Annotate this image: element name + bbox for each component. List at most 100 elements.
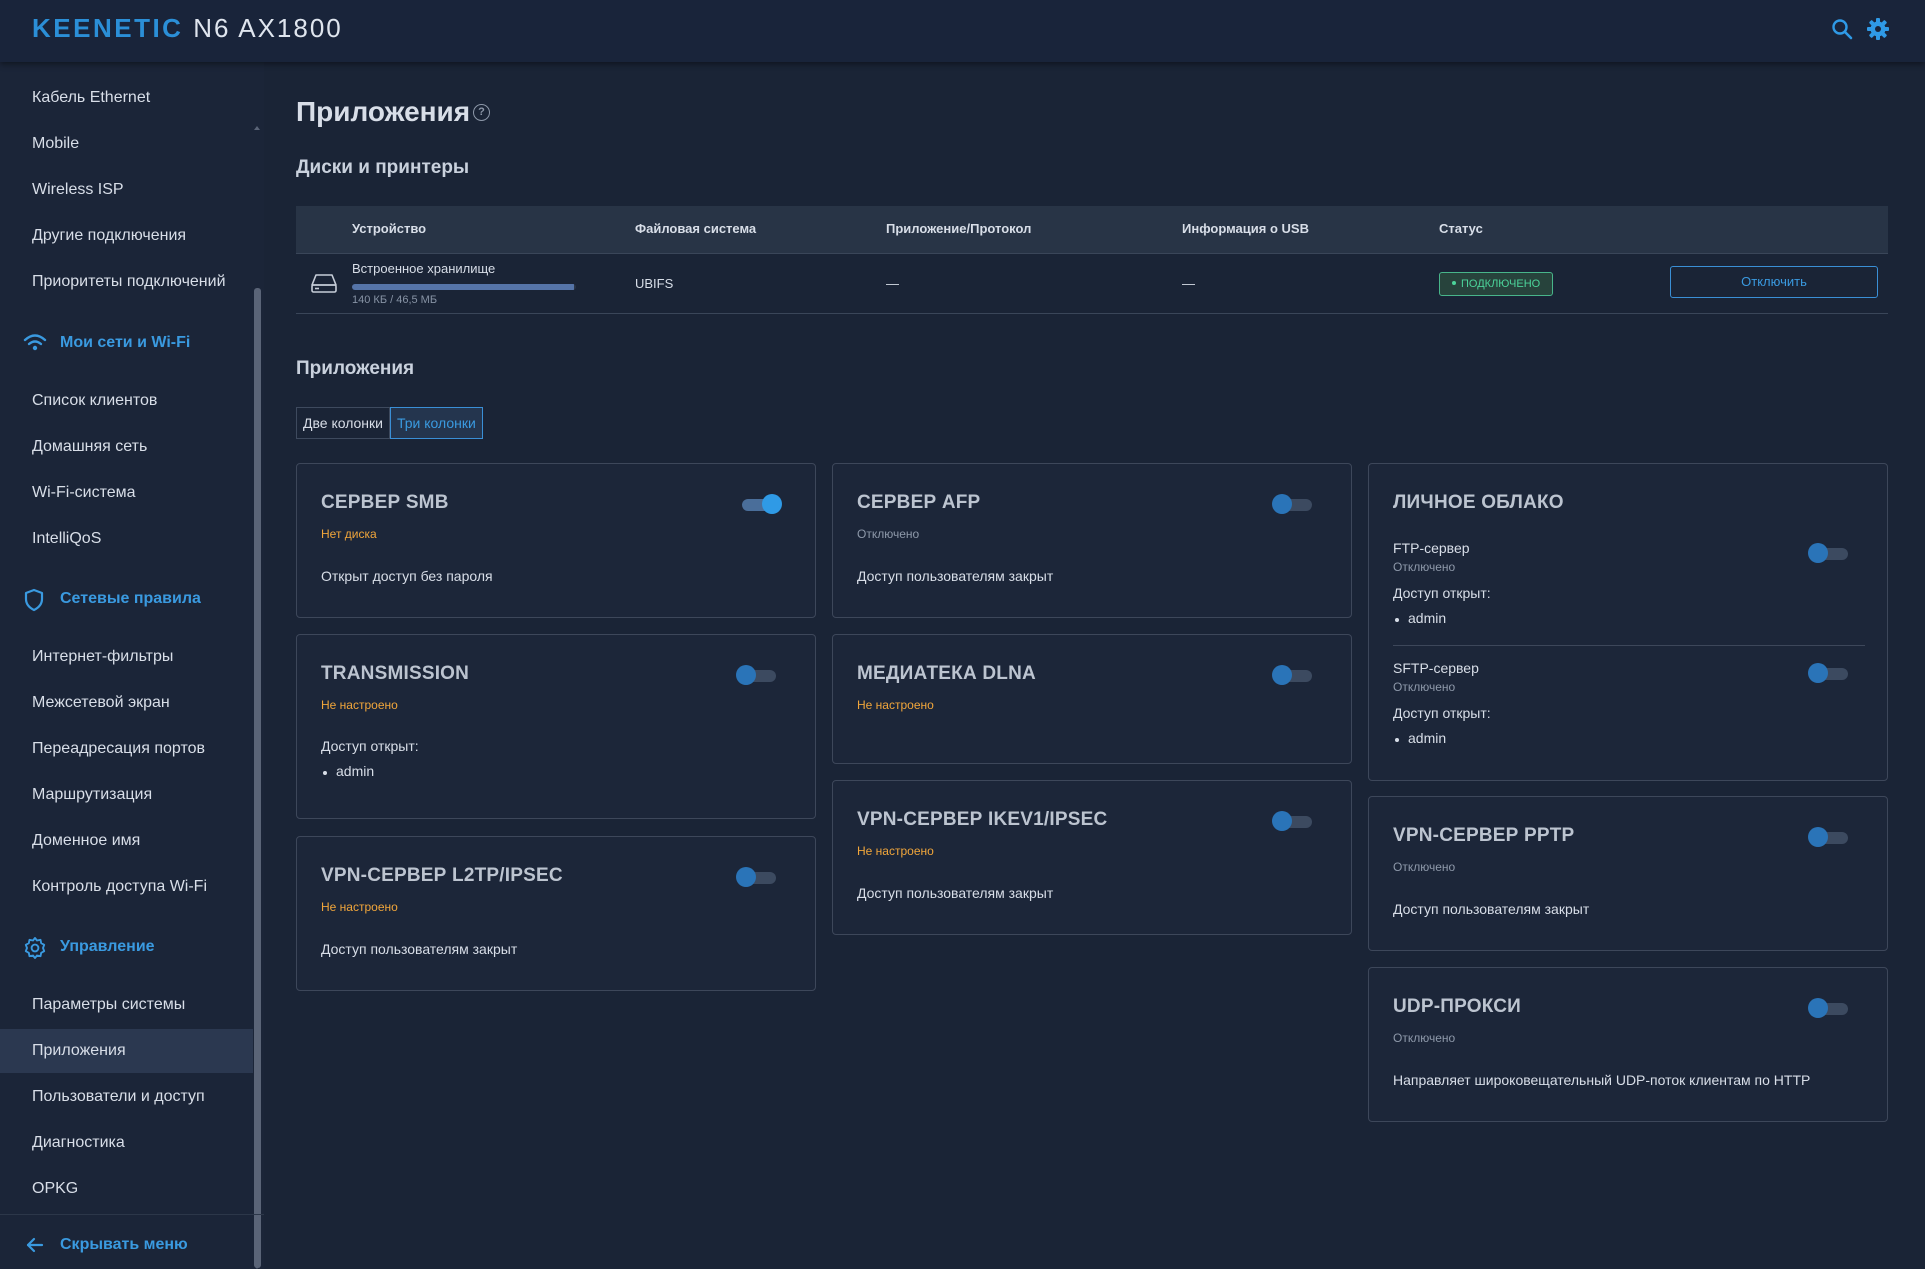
col-usb-info: Информация о USB — [1182, 221, 1309, 236]
app-title: UDP-ПРОКСИ — [1393, 996, 1522, 1017]
brand-logo[interactable]: KEENETIC N6 AX1800 — [32, 13, 343, 44]
sidebar-item-wifi-access-control[interactable]: Контроль доступа Wi-Fi — [0, 865, 253, 909]
afp-toggle[interactable] — [1272, 494, 1312, 514]
usb-info-value: — — [1182, 276, 1195, 291]
sidebar-item-internet-filters[interactable]: Интернет-фильтры — [0, 635, 253, 679]
sidebar: Кабель Ethernet Mobile Wireless ISP Друг… — [0, 62, 264, 1269]
sidebar-item-routing[interactable]: Маршрутизация — [0, 773, 253, 817]
hide-menu-button[interactable]: Скрывать меню — [0, 1225, 253, 1265]
status-dot — [1452, 281, 1456, 286]
app-title: ЛИЧНОЕ ОБЛАКО — [1393, 492, 1564, 513]
sftp-toggle[interactable] — [1808, 663, 1848, 683]
storage-usage-text: 140 КБ / 46,5 МБ — [352, 294, 438, 306]
app-status: Не настроено — [857, 698, 934, 712]
toggle-knob — [1808, 663, 1828, 683]
app-card-udp-proxy: UDP-ПРОКСИ Отключено Направляет широкове… — [1368, 967, 1888, 1122]
app-card-personal-cloud: ЛИЧНОЕ ОБЛАКО FTP-сервер Отключено Досту… — [1368, 463, 1888, 781]
sidebar-item-connection-priorities[interactable]: Приоритеты подключений — [0, 260, 253, 304]
two-columns-button[interactable]: Две колонки — [296, 407, 390, 439]
app-status: Отключено — [1393, 860, 1456, 874]
app-status: Не настроено — [321, 698, 398, 712]
sidebar-item-home-network[interactable]: Домашняя сеть — [0, 425, 253, 469]
sidebar-item-opkg[interactable]: OPKG — [0, 1167, 253, 1211]
sidebar-item-ethernet[interactable]: Кабель Ethernet — [0, 76, 253, 120]
toggle-knob — [736, 665, 756, 685]
app-card-afp: СЕРВЕР AFP Отключено Доступ пользователя… — [832, 463, 1352, 618]
search-icon[interactable] — [1830, 17, 1856, 43]
toggle-knob — [1808, 827, 1828, 847]
app-title: TRANSMISSION — [321, 663, 470, 684]
ftp-toggle[interactable] — [1808, 543, 1848, 563]
sidebar-item-applications[interactable]: Приложения — [0, 1029, 253, 1073]
dlna-toggle[interactable] — [1272, 665, 1312, 685]
sidebar-section-wifi-label: Мои сети и Wi-Fi — [60, 334, 191, 351]
ftp-server-name: FTP-сервер — [1393, 540, 1470, 556]
ikev-toggle[interactable] — [1272, 811, 1312, 831]
sidebar-item-wireless-isp[interactable]: Wireless ISP — [0, 168, 253, 212]
app-card-pptp: VPN-СЕРВЕР PPTP Отключено Доступ пользов… — [1368, 796, 1888, 951]
app-title: VPN-СЕРВЕР PPTP — [1393, 825, 1575, 846]
sidebar-item-domain-name[interactable]: Доменное имя — [0, 819, 253, 863]
app-title: VPN-СЕРВЕР IKEV1/IPSEC — [857, 809, 1108, 830]
column-toggle: Две колонки Три колонки — [296, 407, 483, 439]
smb-toggle[interactable] — [742, 494, 782, 514]
sftp-access-user: admin — [1393, 730, 1446, 746]
sidebar-item-port-forwarding[interactable]: Переадресация портов — [0, 727, 253, 771]
sidebar-item-diagnostics[interactable]: Диагностика — [0, 1121, 253, 1165]
sidebar-item-firewall[interactable]: Межсетевой экран — [0, 681, 253, 725]
sidebar-item-mobile[interactable]: Mobile — [0, 122, 253, 166]
udp-proxy-toggle[interactable] — [1808, 998, 1848, 1018]
help-icon[interactable]: ? — [473, 104, 490, 121]
app-description: Доступ пользователям закрыт — [321, 941, 518, 957]
storage-usage-bar — [352, 284, 576, 290]
arrow-left-icon — [26, 1237, 44, 1253]
sidebar-item-other-connections[interactable]: Другие подключения — [0, 214, 253, 258]
ftp-status: Отключено — [1393, 560, 1456, 574]
toggle-knob — [1272, 665, 1292, 685]
app-card-ikev: VPN-СЕРВЕР IKEV1/IPSEC Не настроено Дост… — [832, 780, 1352, 935]
sidebar-item-wifi-system[interactable]: Wi-Fi-система — [0, 471, 253, 515]
sidebar-item-intelliqos[interactable]: IntelliQoS — [0, 517, 253, 561]
gear-icon[interactable] — [1866, 17, 1892, 43]
app-description: Направляет широковещательный UDP-поток к… — [1393, 1072, 1811, 1088]
l2tp-toggle[interactable] — [736, 867, 776, 887]
col-filesystem: Файловая система — [635, 221, 757, 236]
three-columns-button[interactable]: Три колонки — [390, 407, 483, 439]
sidebar-section-manage[interactable]: Управление — [0, 925, 253, 969]
access-user: admin — [321, 763, 374, 779]
toggle-knob — [1808, 998, 1828, 1018]
app-card-l2tp: VPN-СЕРВЕР L2TP/IPSEC Не настроено Досту… — [296, 836, 816, 991]
sidebar-item-clients[interactable]: Список клиентов — [0, 379, 253, 423]
toggle-knob — [762, 494, 782, 514]
app-status: Отключено — [1393, 1031, 1456, 1045]
app-title: МЕДИАТЕКА DLNA — [857, 663, 1036, 684]
toggle-knob — [736, 867, 756, 887]
device-name: Встроенное хранилище — [352, 261, 496, 276]
transmission-toggle[interactable] — [736, 665, 776, 685]
ftp-access-label: Доступ открыт: — [1393, 585, 1491, 601]
page-title: Приложения — [296, 96, 471, 127]
app-status: Не настроено — [321, 900, 398, 914]
sidebar-footer: Скрывать меню — [0, 1214, 264, 1269]
pptp-toggle[interactable] — [1808, 827, 1848, 847]
app-status: Не настроено — [857, 844, 934, 858]
protocol-value: — — [886, 276, 899, 291]
app-description: Доступ пользователям закрыт — [857, 885, 1054, 901]
status-badge: ПОДКЛЮЧЕНО — [1439, 272, 1554, 296]
app-title: СЕРВЕР SMB — [321, 492, 449, 513]
shield-icon — [24, 588, 44, 612]
sidebar-scrollbar[interactable] — [254, 288, 261, 1268]
sidebar-section-wifi[interactable]: Мои сети и Wi-Fi — [0, 321, 253, 365]
app-description: Открыт доступ без пароля — [321, 568, 493, 584]
sidebar-item-users-access[interactable]: Пользователи и доступ — [0, 1075, 253, 1119]
sidebar-item-system-settings[interactable]: Параметры системы — [0, 983, 253, 1027]
filesystem-value: UBIFS — [635, 276, 674, 291]
brand-name: KEENETIC — [32, 13, 184, 43]
sidebar-section-manage-label: Управление — [60, 938, 155, 955]
scroll-up-arrow[interactable] — [254, 126, 260, 130]
sidebar-section-rules[interactable]: Сетевые правила — [0, 577, 253, 621]
wifi-icon — [23, 334, 47, 351]
storage-icon — [310, 272, 338, 299]
disconnect-button[interactable]: Отключить — [1670, 266, 1878, 298]
app-description: Доступ пользователям закрыт — [1393, 901, 1590, 917]
